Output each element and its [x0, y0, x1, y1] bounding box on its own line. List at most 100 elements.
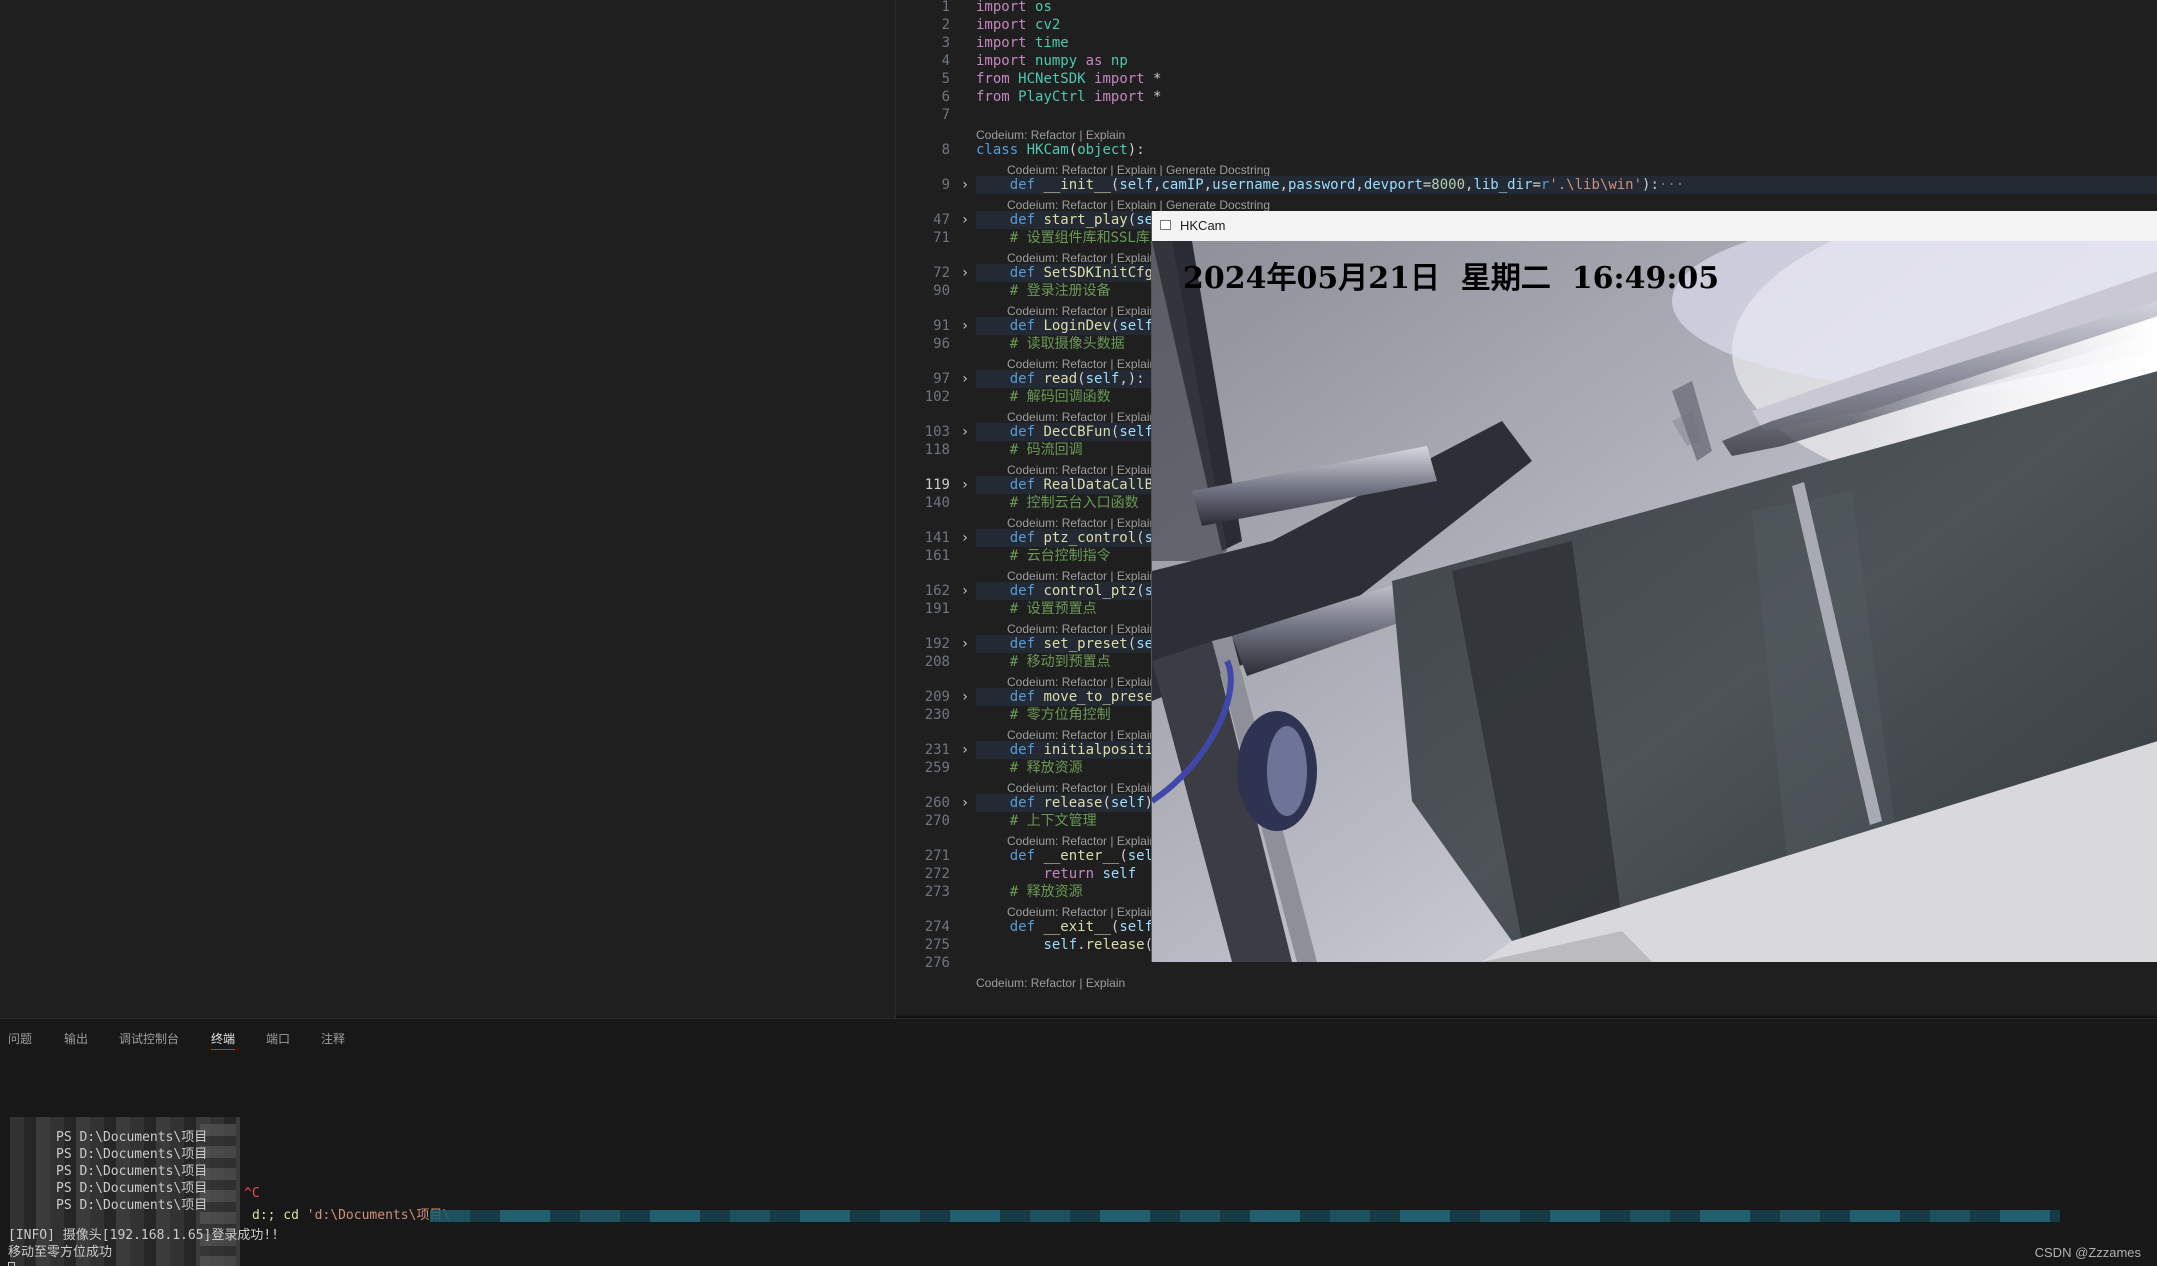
terminal-ps-line: PS D:\Documents\项目 — [56, 1147, 208, 1162]
code-token: return — [1043, 866, 1095, 882]
code-token: ): — [1642, 177, 1659, 193]
codeium-codelens[interactable]: Codeium: Refactor | Explain — [976, 975, 1125, 991]
code-line[interactable]: from PlayCtrl import * — [976, 88, 2157, 106]
fold-chevron-icon[interactable]: › — [958, 370, 972, 388]
code-line[interactable] — [976, 106, 2157, 124]
code-token: __init__ — [1043, 177, 1111, 193]
line-number: 5 — [941, 71, 950, 87]
line-number: 2 — [941, 17, 950, 33]
panel-tab[interactable]: 端口 — [266, 1029, 290, 1049]
terminal-ps-line: PS D:\Documents\项目 — [56, 1181, 208, 1196]
panel-tab[interactable]: 终端 — [211, 1029, 236, 1050]
code-token: DecCBFun — [1043, 424, 1111, 440]
code-line[interactable]: import numpy as np — [976, 52, 2157, 70]
code-token: object — [1077, 142, 1128, 158]
panel-tab[interactable]: 注释 — [321, 1029, 345, 1049]
line-number: 72 — [933, 265, 950, 281]
hkcam-window[interactable]: HKCam 2024年05月21日 星期二 16:49:05 — [1151, 211, 2157, 962]
fold-chevron-icon[interactable]: › — [958, 317, 972, 335]
code-token: import — [976, 53, 1027, 69]
code-token: release — [1085, 937, 1145, 953]
line-number: 275 — [924, 937, 950, 953]
code-token: def — [1009, 371, 1036, 387]
code-token: self — [1043, 937, 1078, 953]
terminal-info-line: [INFO] 摄像头[192.168.1.65]登录成功!! — [8, 1228, 280, 1243]
code-token: def — [1009, 636, 1036, 652]
line-number: 96 — [933, 336, 950, 352]
code-token: numpy — [1035, 53, 1078, 69]
panel-tab[interactable]: 输出 — [64, 1029, 88, 1049]
code-token: HCNetSDK — [1018, 71, 1086, 87]
code-token: LoginDev — [1043, 318, 1111, 334]
code-token: ( — [1136, 530, 1145, 546]
code-token: def — [1009, 919, 1036, 935]
fold-chevron-icon[interactable]: › — [958, 688, 972, 706]
hkcam-titlebar[interactable]: HKCam — [1152, 211, 2157, 241]
panel-tab[interactable]: 调试控制台 — [119, 1029, 179, 1049]
code-token: '.\lib\win' — [1549, 177, 1643, 193]
line-number: 6 — [941, 89, 950, 105]
line-number: 259 — [924, 760, 950, 776]
code-line[interactable]: from HCNetSDK import * — [976, 70, 2157, 88]
fold-chevron-icon[interactable]: › — [958, 476, 972, 494]
fold-chevron-icon[interactable]: › — [958, 794, 972, 812]
line-number: 272 — [924, 866, 950, 882]
fold-chevron-icon[interactable]: › — [958, 176, 972, 194]
code-token: os — [1035, 0, 1052, 15]
line-number: 91 — [933, 318, 950, 334]
code-token: import — [976, 0, 1027, 15]
code-line[interactable]: def __init__(self,camIP,username,passwor… — [976, 176, 2157, 194]
code-token: # 零方位角控制 — [1009, 707, 1111, 723]
code-line[interactable]: import time — [976, 34, 2157, 52]
code-token: , — [1279, 177, 1288, 193]
code-line[interactable]: class HKCam(object): — [976, 141, 2157, 159]
code-token: # 读取摄像头数据 — [1009, 336, 1125, 352]
code-token: release — [1043, 795, 1103, 811]
code-token: __enter__ — [1043, 848, 1120, 864]
terminal-output[interactable]: PS D:\Documents\项目 PS D:\Documents\项目 PS D… — [0, 1069, 2157, 1266]
camera-scene-image — [1152, 241, 2157, 962]
code-token: def — [1009, 177, 1036, 193]
code-token: def — [1009, 265, 1036, 281]
left-editor-group-empty[interactable] — [0, 0, 895, 1018]
code-token: lib_dir — [1473, 177, 1533, 193]
line-number: 9 — [941, 177, 950, 193]
fold-chevron-icon[interactable]: › — [958, 211, 972, 229]
fold-chevron-icon[interactable]: › — [958, 423, 972, 441]
panel-tab[interactable]: 问题 — [8, 1029, 32, 1049]
hkcam-window-title: HKCam — [1180, 218, 1226, 233]
terminal-ps-line: PS D:\Documents\项目 — [56, 1164, 208, 1179]
code-token: camIP — [1161, 177, 1204, 193]
fold-chevron-icon[interactable]: › — [958, 741, 972, 759]
fold-chevron-icon[interactable]: › — [958, 635, 972, 653]
code-token: # 释放资源 — [1009, 760, 1083, 776]
code-token: time — [1035, 35, 1069, 51]
code-token: SetSDKInitCfg — [1043, 265, 1154, 281]
fold-chevron-icon[interactable]: › — [958, 529, 972, 547]
code-token: * — [1144, 89, 1162, 105]
code-token: password — [1287, 177, 1356, 193]
line-number: 209 — [924, 689, 950, 705]
code-token: def — [1009, 795, 1036, 811]
fold-chevron-icon[interactable]: › — [958, 582, 972, 600]
code-line[interactable]: import os — [976, 0, 2157, 16]
code-line[interactable]: import cv2 — [976, 16, 2157, 34]
code-token: def — [1009, 689, 1036, 705]
code-token: , — [1203, 177, 1213, 193]
fold-chevron-icon[interactable]: › — [958, 264, 972, 282]
code-token: ,): — [1119, 371, 1145, 387]
